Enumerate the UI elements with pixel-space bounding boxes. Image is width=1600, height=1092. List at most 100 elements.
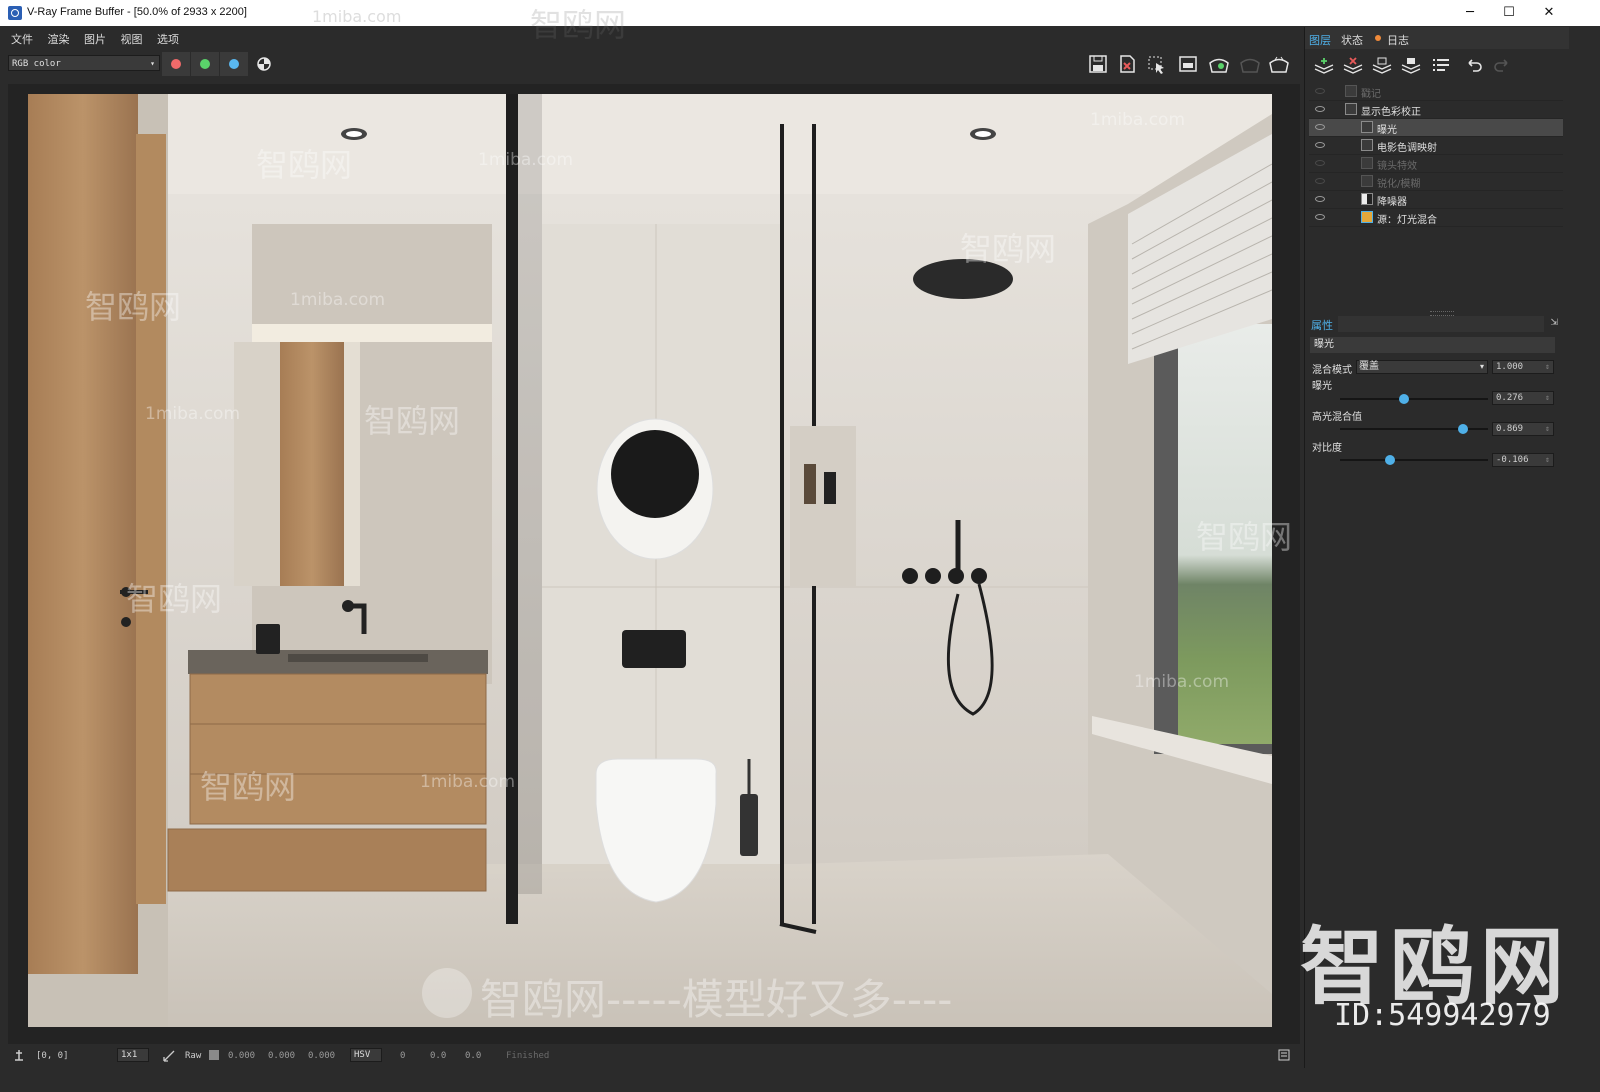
layer-stamp[interactable]: 戳记: [1309, 83, 1563, 101]
eye-icon[interactable]: [1315, 88, 1325, 94]
properties-menu-icon[interactable]: ⇲: [1550, 318, 1558, 328]
watermark-site: 1miba.com: [1134, 672, 1230, 692]
hsv-s-value: 0.0: [430, 1051, 447, 1061]
clear-icon[interactable]: [1117, 54, 1139, 74]
layer-tree: 戳记 显示色彩校正 曝光 电影色调映射 镜头特效 锐化/模糊 降噪器 源：灯光混…: [1309, 83, 1563, 227]
green-dot-icon: [200, 59, 210, 69]
exposure-slider[interactable]: [1340, 394, 1488, 404]
layer-label: 戳记: [1361, 89, 1381, 100]
rendered-image[interactable]: [28, 94, 1272, 1027]
watermark-brand: 智鸥网: [126, 580, 223, 618]
tab-stats[interactable]: 状态: [1341, 32, 1363, 48]
undo-icon[interactable]: [1463, 57, 1485, 75]
delete-layer-icon[interactable]: [1342, 57, 1364, 75]
watermark-brand: 智鸥网: [85, 288, 182, 326]
pixel-coordinates: [0, 0]: [36, 1051, 69, 1061]
menu-file[interactable]: 文件: [11, 31, 33, 47]
menu-render[interactable]: 渲染: [48, 31, 70, 47]
blend-amount-field[interactable]: 1.000: [1492, 360, 1554, 374]
highlight-burn-value-field[interactable]: 0.869: [1492, 422, 1554, 436]
channel-select[interactable]: RGB color ▾: [8, 55, 160, 71]
tab-log[interactable]: 日志: [1387, 32, 1409, 48]
zoom-select[interactable]: 1x1: [117, 1048, 149, 1062]
green-channel-button[interactable]: [191, 52, 219, 76]
raw-label: Raw: [185, 1051, 202, 1061]
layer-label: 源：灯光混合: [1377, 215, 1437, 226]
layer-list-icon[interactable]: [1431, 57, 1453, 75]
layer-display-correction[interactable]: 显示色彩校正: [1309, 101, 1563, 119]
panel-toggle-icon[interactable]: [1278, 1049, 1290, 1061]
red-dot-icon: [171, 59, 181, 69]
layer-name-field[interactable]: 曝光: [1310, 337, 1555, 353]
load-layers-icon[interactable]: [1371, 57, 1393, 75]
close-button[interactable]: ✕: [1526, 0, 1572, 26]
vray-app-icon: [8, 6, 22, 20]
stamp-layer-icon: [1345, 85, 1357, 97]
eye-icon[interactable]: [1315, 214, 1325, 220]
bathroom-render-illustration: [28, 94, 1272, 1027]
watermark-brand: 智鸥网: [960, 230, 1057, 268]
status-bar: [0, 0] 1x1 Raw 0.000 0.000 0.000 HSV 0 0…: [0, 1044, 1300, 1068]
layer-label: 显示色彩校正: [1361, 107, 1421, 118]
menu-options[interactable]: 选项: [157, 31, 179, 47]
hsv-h-value: 0: [400, 1051, 406, 1061]
watermark-brand: 智鸥网: [1196, 518, 1293, 556]
color-picker-icon[interactable]: [162, 1049, 176, 1063]
color-mode-select[interactable]: HSV: [350, 1048, 382, 1062]
exposure-layer-icon: [1361, 121, 1373, 133]
exposure-label: 曝光: [1312, 381, 1332, 392]
highlight-burn-slider-thumb[interactable]: [1457, 424, 1468, 434]
layer-filmic-tonemap[interactable]: 电影色调映射: [1309, 137, 1563, 155]
save-icon[interactable]: [1088, 54, 1110, 74]
contrast-slider[interactable]: [1340, 455, 1488, 465]
exposure-value-field[interactable]: 0.276: [1492, 391, 1554, 405]
eye-icon[interactable]: [1315, 196, 1325, 202]
menu-bar: 文件 渲染 图片 视图 选项: [0, 27, 1330, 47]
eye-icon[interactable]: [1315, 178, 1325, 184]
layer-label: 镜头特效: [1377, 161, 1417, 172]
layer-lens-effects[interactable]: 镜头特效: [1309, 155, 1563, 173]
blend-mode-select[interactable]: 覆盖 ▾: [1356, 360, 1488, 374]
render-icon[interactable]: [1207, 54, 1229, 74]
layer-source-lightmix[interactable]: 源：灯光混合: [1309, 209, 1563, 227]
teapot-icon[interactable]: [1267, 54, 1289, 74]
denoiser-layer-icon: [1361, 193, 1373, 205]
compare-icon[interactable]: [1177, 54, 1199, 74]
watermark-site: 1miba.com: [420, 772, 516, 792]
blue-channel-button[interactable]: [220, 52, 248, 76]
lightmix-layer-icon: [1361, 211, 1373, 223]
eye-icon[interactable]: [1315, 124, 1325, 130]
save-layers-icon[interactable]: [1400, 57, 1422, 75]
lens-layer-icon: [1361, 157, 1373, 169]
stop-icon[interactable]: [1238, 54, 1260, 74]
blue-dot-icon: [229, 59, 239, 69]
layer-exposure[interactable]: 曝光: [1309, 119, 1563, 137]
red-channel-button[interactable]: [162, 52, 190, 76]
menu-image[interactable]: 图片: [84, 31, 106, 47]
pixel-b-value: 0.000: [308, 1051, 336, 1061]
layer-denoiser[interactable]: 降噪器: [1309, 191, 1563, 209]
watermark-id: ID:549942979: [1334, 998, 1551, 1033]
highlight-burn-slider[interactable]: [1340, 424, 1488, 434]
eye-icon[interactable]: [1315, 142, 1325, 148]
watermark-site: 1miba.com: [478, 150, 574, 170]
watermark-slogan: 智鸥网-----模型好又多----: [480, 975, 953, 1024]
watermark-brand: 智鸥网: [256, 146, 353, 184]
eye-icon[interactable]: [1315, 160, 1325, 166]
log-alert-icon: [1375, 35, 1381, 41]
zoom-select-value: 1x1: [121, 1050, 138, 1060]
contrast-value-field[interactable]: -0.106: [1492, 453, 1554, 467]
eye-icon[interactable]: [1315, 106, 1325, 112]
exposure-slider-thumb[interactable]: [1398, 394, 1409, 404]
region-render-icon[interactable]: [1146, 54, 1168, 74]
redo-icon[interactable]: [1491, 57, 1513, 75]
alpha-channel-icon[interactable]: [254, 54, 276, 74]
tab-layers[interactable]: 图层: [1309, 32, 1331, 48]
add-layer-icon[interactable]: [1313, 57, 1335, 75]
layer-label: 曝光: [1377, 125, 1397, 136]
pin-icon[interactable]: [12, 1048, 26, 1062]
menu-view[interactable]: 视图: [121, 31, 143, 47]
watermark-site: 1miba.com: [290, 290, 386, 310]
layer-label: 锐化/模糊: [1377, 179, 1421, 190]
layer-sharpen-blur[interactable]: 锐化/模糊: [1309, 173, 1563, 191]
